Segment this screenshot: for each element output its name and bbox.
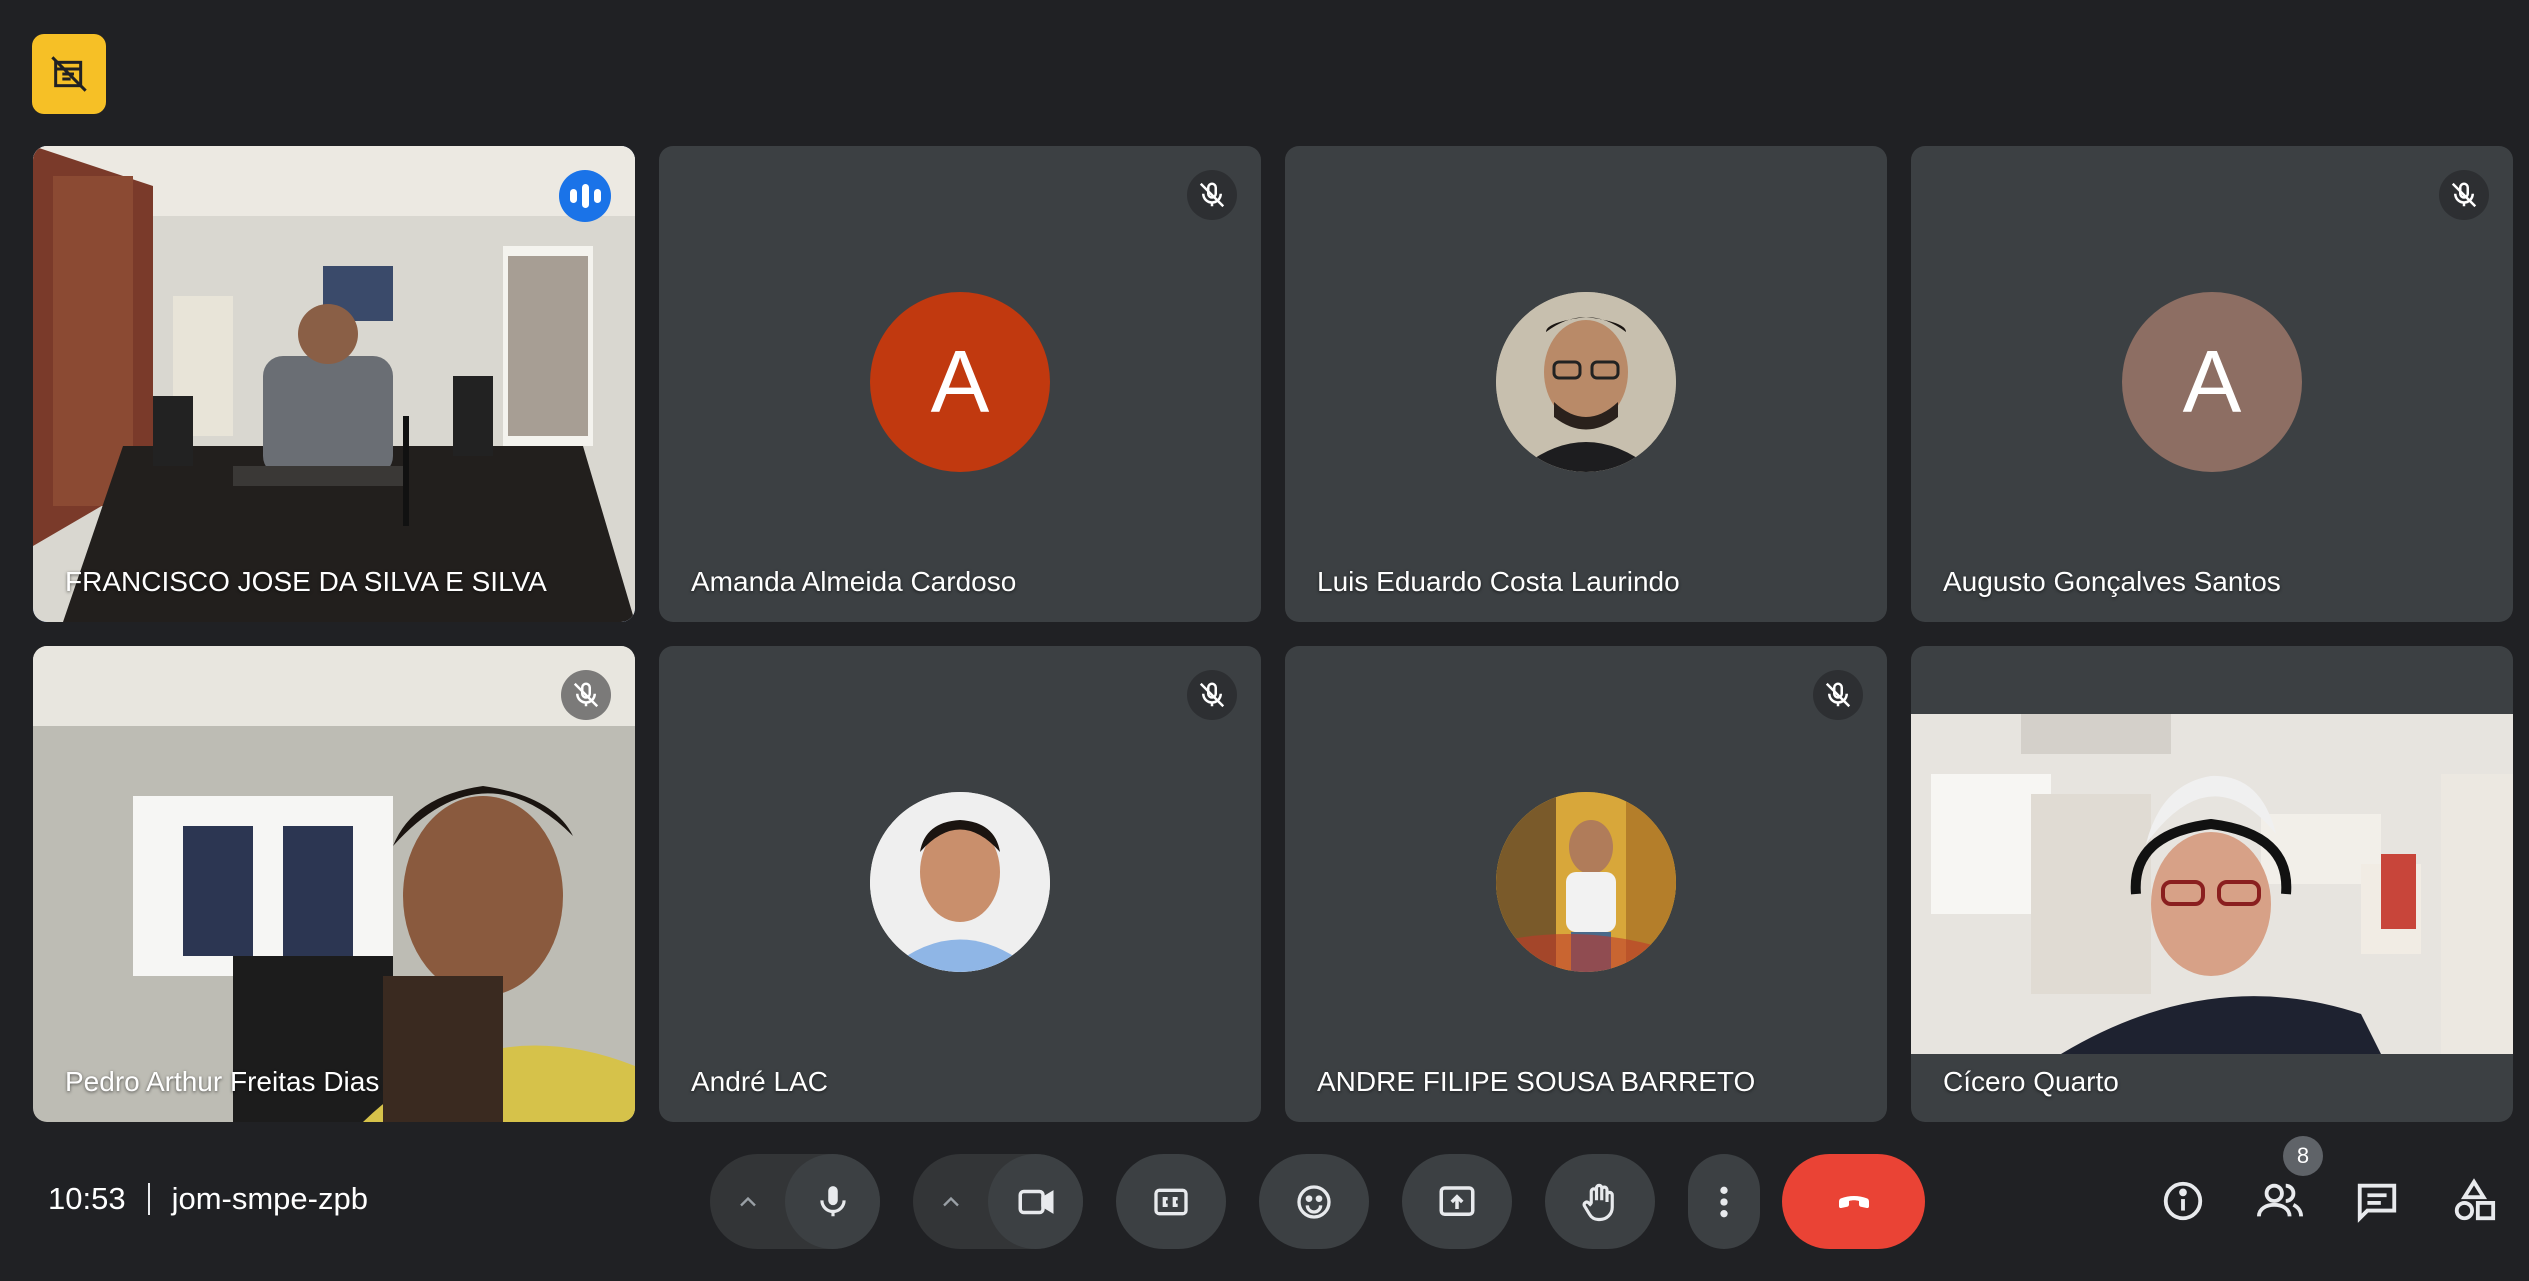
meeting-time: 10:53	[48, 1181, 126, 1216]
raise-hand-button[interactable]	[1545, 1154, 1655, 1249]
participant-tile[interactable]: A Amanda Almeida Cardoso	[659, 146, 1261, 622]
mic-off-icon	[1825, 682, 1851, 708]
present-button[interactable]	[1402, 1154, 1512, 1249]
recording-off-icon	[51, 56, 87, 92]
participant-tile[interactable]: FRANCISCO JOSE DA SILVA E SILVA	[33, 146, 635, 622]
participant-name: Cícero Quarto	[1943, 1066, 2119, 1097]
avatar-photo	[870, 792, 1050, 972]
raise-hand-icon	[1582, 1183, 1614, 1221]
end-call-icon	[1838, 1195, 1869, 1208]
mic-off-icon	[1199, 682, 1225, 708]
participant-tile[interactable]: ANDRE FILIPE SOUSA BARRETO	[1285, 646, 1887, 1122]
emoji-icon	[1297, 1184, 1331, 1219]
mic-control-group	[710, 1154, 880, 1249]
more-options-button[interactable]	[1688, 1154, 1760, 1249]
captions-icon	[1154, 1188, 1188, 1215]
avatar	[1496, 292, 1676, 472]
participant-grid: FRANCISCO JOSE DA SILVA E SILVA A Amanda…	[33, 146, 2513, 1122]
chevron-up-icon	[942, 1196, 959, 1206]
control-bar: 10:53 jom-smpe-zpb 8	[0, 1121, 2529, 1281]
more-options-icon	[1720, 1186, 1728, 1217]
avatar: A	[870, 292, 1050, 472]
video-settings-button[interactable]	[913, 1154, 988, 1249]
recording-indicator[interactable]	[32, 34, 106, 114]
participant-name: Amanda Almeida Cardoso	[691, 566, 1017, 597]
activities-button[interactable]	[2434, 1161, 2514, 1241]
mic-muted-indicator	[2439, 170, 2489, 220]
participant-name: Pedro Arthur Freitas Dias	[65, 1066, 380, 1097]
meeting-details-button[interactable]	[2143, 1161, 2223, 1241]
mic-muted-indicator	[1187, 670, 1237, 720]
avatar	[870, 792, 1050, 972]
speaking-indicator	[559, 170, 611, 222]
participant-video	[33, 646, 635, 1122]
mic-muted-indicator	[561, 670, 611, 720]
participant-name: Augusto Gonçalves Santos	[1943, 566, 2281, 597]
camera-button[interactable]	[988, 1154, 1083, 1249]
participant-tile[interactable]: André LAC	[659, 646, 1261, 1122]
participant-tile[interactable]: Luis Eduardo Costa Laurindo	[1285, 146, 1887, 622]
audio-settings-button[interactable]	[710, 1154, 785, 1249]
participant-video	[33, 146, 635, 622]
participant-tile[interactable]: A Augusto Gonçalves Santos	[1911, 146, 2513, 622]
captions-button[interactable]	[1116, 1154, 1226, 1249]
avatar: A	[2122, 292, 2302, 472]
mic-off-icon	[573, 682, 599, 708]
participant-name: Luis Eduardo Costa Laurindo	[1317, 566, 1680, 597]
participant-tile[interactable]: Cícero Quarto	[1911, 646, 2513, 1122]
chevron-up-icon	[739, 1196, 756, 1206]
mic-icon	[819, 1185, 846, 1216]
avatar	[1496, 792, 1676, 972]
activities-icon	[2454, 1178, 2496, 1221]
leave-call-button[interactable]	[1782, 1154, 1925, 1249]
meeting-info: 10:53 jom-smpe-zpb	[48, 1181, 368, 1217]
chat-button[interactable]	[2337, 1161, 2417, 1241]
participant-video	[1911, 714, 2513, 1054]
mic-off-icon	[1199, 182, 1225, 208]
reactions-button[interactable]	[1259, 1154, 1369, 1249]
camera-icon	[1018, 1189, 1053, 1214]
participant-tile[interactable]: Pedro Arthur Freitas Dias	[33, 646, 635, 1122]
mic-muted-indicator	[1187, 170, 1237, 220]
call-controls	[710, 1154, 1925, 1249]
chat-icon	[2357, 1183, 2397, 1223]
divider	[147, 1183, 150, 1215]
participant-name: ANDRE FILIPE SOUSA BARRETO	[1317, 1066, 1756, 1097]
participant-name: André LAC	[691, 1066, 828, 1097]
meeting-code: jom-smpe-zpb	[171, 1181, 368, 1216]
camera-control-group	[913, 1154, 1083, 1249]
participant-count-badge: 8	[2283, 1136, 2323, 1176]
participant-name: FRANCISCO JOSE DA SILVA E SILVA	[65, 566, 547, 597]
avatar-photo	[1496, 292, 1676, 472]
info-icon	[2163, 1181, 2203, 1221]
mic-muted-indicator	[1813, 670, 1863, 720]
avatar-photo	[1496, 792, 1676, 972]
mic-off-icon	[2451, 182, 2477, 208]
people-icon	[2257, 1183, 2303, 1217]
mic-button[interactable]	[785, 1154, 880, 1249]
present-icon	[1439, 1185, 1475, 1216]
